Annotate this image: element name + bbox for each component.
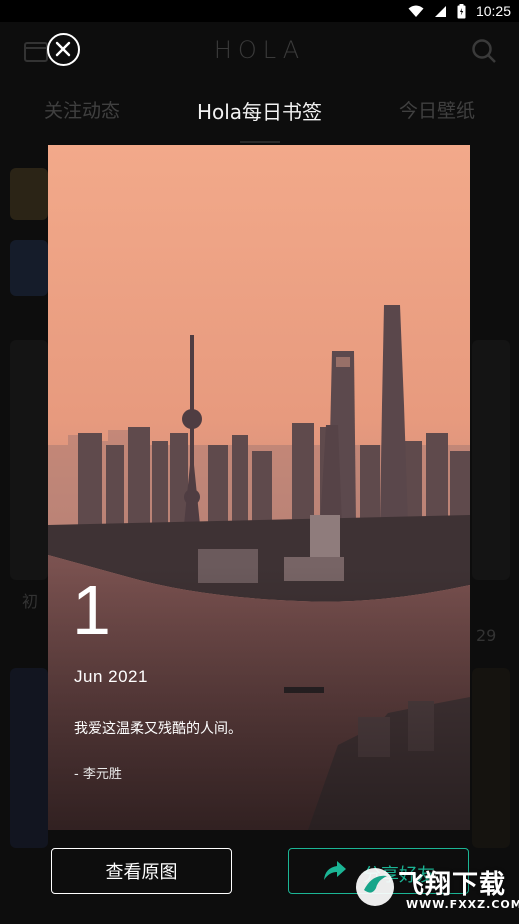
tab-wallpaper[interactable]: 今日壁纸: [399, 96, 475, 123]
background-thumbnail: [10, 240, 48, 296]
tab-bar: 关注动态 Hola每日书签 今日壁纸: [0, 96, 519, 130]
watermark: 飞翔下载 WWW.FXXZ.COM: [354, 860, 519, 918]
status-bar: 10:25: [0, 0, 519, 22]
signal-icon: [434, 5, 446, 17]
battery-icon: [457, 3, 466, 18]
watermark-logo-icon: [356, 868, 394, 906]
clock: 10:25: [475, 3, 511, 19]
background-card: [10, 668, 48, 848]
background-card: [472, 668, 510, 848]
background-card: [472, 340, 510, 580]
search-icon: [472, 39, 496, 63]
card-quote: 我爱这温柔又残酷的人间。: [74, 721, 242, 737]
view-original-button[interactable]: 查看原图: [51, 848, 232, 894]
card-author: - 李元胜: [74, 767, 122, 782]
bookmark-card: 1 Jun 2021 我爱这温柔又残酷的人间。 - 李元胜: [48, 145, 470, 830]
card-month-year: Jun 2021: [74, 667, 148, 686]
share-icon: [324, 861, 346, 880]
close-icon: [55, 41, 71, 57]
background-card: [10, 340, 48, 580]
tab-underline: [240, 141, 280, 143]
background-text: 初: [22, 592, 39, 611]
background-thumbnail: [10, 168, 48, 220]
watermark-url: WWW.FXXZ.COM: [406, 898, 519, 911]
wifi-icon: [408, 5, 424, 17]
close-button[interactable]: [47, 33, 80, 66]
status-icons: 10:25: [408, 2, 511, 20]
view-original-label: 查看原图: [105, 862, 178, 883]
card-day: 1: [72, 571, 111, 649]
background-text: 29: [476, 626, 497, 645]
watermark-brand: 飞翔下载: [398, 870, 507, 900]
